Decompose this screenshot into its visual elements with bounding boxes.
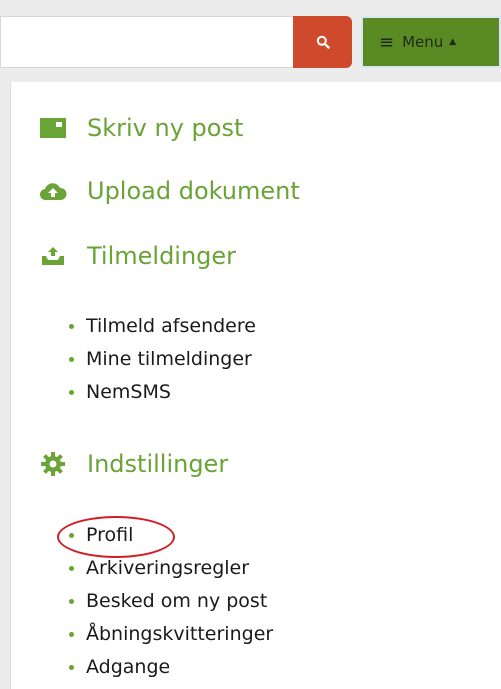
menu-button-label: Menu: [402, 33, 444, 51]
menu-item-skriv-ny-post[interactable]: Skriv ny post: [39, 114, 243, 142]
submenu-item-besked-om-ny-post[interactable]: Besked om ny post: [69, 585, 273, 618]
submenu-item-nemsms[interactable]: NemSMS: [69, 376, 256, 409]
tilmeldinger-submenu: Tilmeld afsendere Mine tilmeldinger NemS…: [69, 310, 256, 409]
cloud-upload-icon: [39, 177, 67, 205]
submenu-item-tilmeld-afsendere[interactable]: Tilmeld afsendere: [69, 310, 256, 343]
menu-item-upload-dokument[interactable]: Upload dokument: [39, 177, 300, 205]
bullet-icon: [69, 390, 74, 395]
bullet-icon: [69, 566, 74, 571]
submenu-item-abningskvitteringer[interactable]: Åbningskvitteringer: [69, 618, 273, 651]
bullet-icon: [69, 665, 74, 670]
inbox-upload-icon: [39, 242, 67, 270]
caret-up-icon: ▲: [449, 37, 457, 47]
submenu-item-mine-tilmeldinger[interactable]: Mine tilmeldinger: [69, 343, 256, 376]
bullet-icon: [69, 324, 74, 329]
gear-icon: [39, 450, 67, 478]
search-icon: [316, 35, 330, 49]
bullet-icon: [69, 357, 74, 362]
hamburger-icon: ≡: [379, 31, 395, 53]
submenu-item-adgange[interactable]: Adgange: [69, 651, 273, 684]
menu-item-tilmeldinger[interactable]: Tilmeldinger: [39, 242, 236, 270]
highlight-circle: [57, 516, 175, 558]
bullet-icon: [69, 632, 74, 637]
menu-item-label: Indstillinger: [87, 450, 229, 478]
menu-item-label: Tilmeldinger: [87, 242, 237, 270]
menu-button[interactable]: ≡ Menu ▲: [361, 16, 501, 68]
menu-item-label: Upload dokument: [87, 177, 300, 205]
search-input[interactable]: [0, 16, 294, 68]
menu-item-label: Skriv ny post: [87, 114, 244, 142]
search-button[interactable]: [293, 16, 352, 68]
envelope-icon: [39, 114, 67, 142]
bullet-icon: [69, 599, 74, 604]
menu-panel: Skriv ny post Upload dokument Tilmelding…: [10, 82, 501, 689]
menu-item-indstillinger[interactable]: Indstillinger: [39, 450, 228, 478]
top-bar: ≡ Menu ▲: [0, 0, 501, 82]
